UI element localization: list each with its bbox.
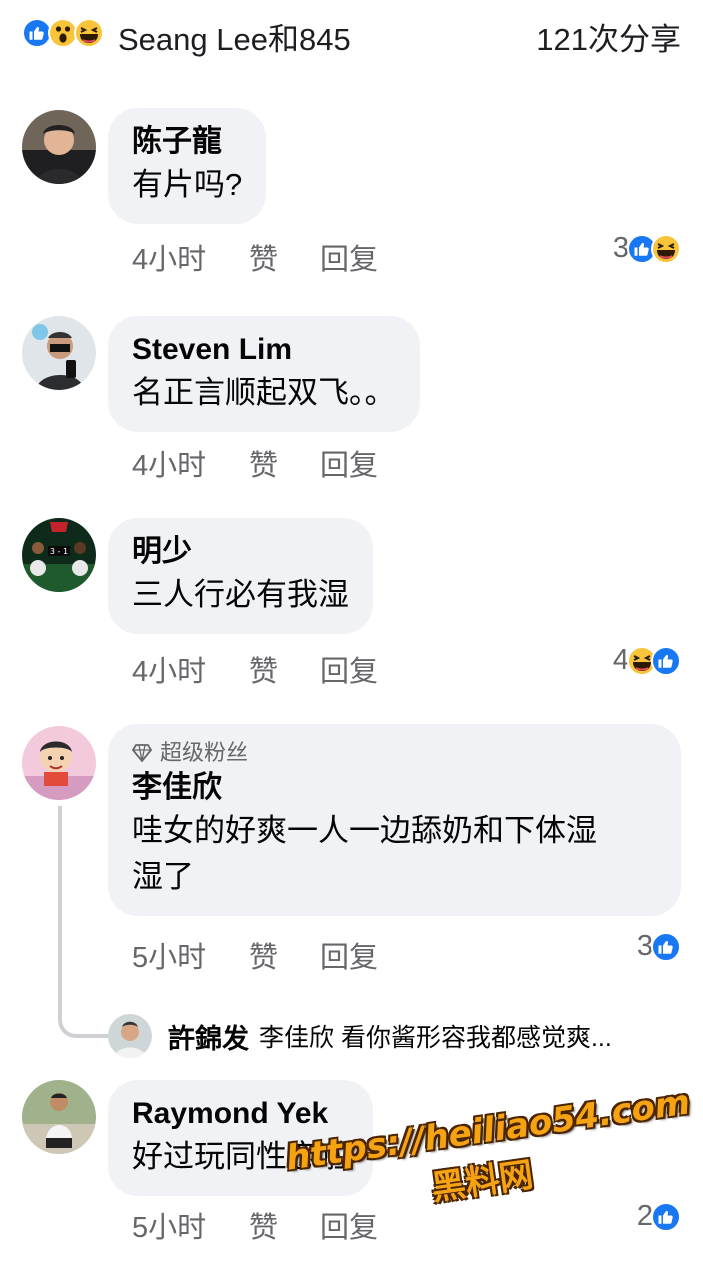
reaction-icons bbox=[22, 18, 104, 48]
comment-text-line: 哇女的好爽一人一边舔奶和下体湿 bbox=[132, 813, 597, 848]
avatar[interactable] bbox=[108, 1014, 152, 1058]
avatar[interactable] bbox=[22, 110, 96, 184]
comment-reactions[interactable]: 4 bbox=[613, 644, 681, 677]
reply-author[interactable]: 許錦发 bbox=[168, 1017, 249, 1056]
comment-actions: 4小时赞回复 bbox=[132, 648, 378, 690]
like-button[interactable]: 赞 bbox=[249, 236, 320, 278]
reply-button[interactable]: 回复 bbox=[320, 934, 378, 976]
avatar[interactable] bbox=[22, 726, 96, 800]
comment-actions: 5小时赞回复 bbox=[132, 1204, 378, 1246]
comment-time[interactable]: 4小时 bbox=[132, 648, 249, 690]
reactors-names[interactable]: Seang Lee和845 bbox=[118, 14, 351, 59]
commenter-name[interactable]: Steven Lim bbox=[132, 330, 396, 370]
comment-reactions[interactable]: 3 bbox=[637, 930, 681, 963]
avatar[interactable] bbox=[22, 1080, 96, 1154]
like-button[interactable]: 赞 bbox=[249, 648, 320, 690]
comment-text: 名正言顺起双飞。。 bbox=[132, 375, 396, 410]
like-button[interactable]: 赞 bbox=[249, 934, 320, 976]
comment-bubble[interactable]: 超级粉丝 李佳欣 哇女的好爽一人一边舔奶和下体湿 湿了 bbox=[108, 724, 681, 916]
diamond-icon bbox=[132, 744, 152, 762]
comment-text: 三人行必有我湿 bbox=[132, 577, 349, 612]
comment-time[interactable]: 5小时 bbox=[132, 934, 249, 976]
comment-bubble[interactable]: 明少 三人行必有我湿 bbox=[108, 518, 373, 634]
comment-reactions[interactable]: 3 bbox=[613, 232, 681, 265]
reply-button[interactable]: 回复 bbox=[320, 442, 378, 484]
like-button[interactable]: 赞 bbox=[249, 442, 320, 484]
commenter-name[interactable]: 陈子龍 bbox=[132, 122, 242, 162]
reply-button[interactable]: 回复 bbox=[320, 236, 378, 278]
reply-preview[interactable]: 許錦发 李佳欣 看你酱形容我都感觉爽... bbox=[108, 1012, 612, 1060]
commenter-name[interactable]: 明少 bbox=[132, 532, 349, 572]
comment-bubble[interactable]: Raymond Yek 好过玩同性恋啦 bbox=[108, 1080, 373, 1196]
comment-actions: 4小时赞回复 bbox=[132, 236, 378, 278]
comment-time[interactable]: 4小时 bbox=[132, 442, 249, 484]
comment-text: 好过玩同性恋啦 bbox=[132, 1139, 349, 1174]
comment-reactions[interactable]: 2 bbox=[637, 1200, 681, 1233]
comment-actions: 4小时赞回复 bbox=[132, 442, 378, 484]
like-icon bbox=[651, 1201, 681, 1232]
reply-button[interactable]: 回复 bbox=[320, 1204, 378, 1246]
comment-text-line: 湿了 bbox=[132, 859, 194, 894]
haha-icon bbox=[651, 233, 681, 264]
haha-icon bbox=[74, 18, 104, 48]
comment-bubble[interactable]: 陈子龍 有片吗? bbox=[108, 108, 267, 224]
reply-thread-line bbox=[58, 806, 110, 1038]
watermark-label: 黑料网 bbox=[429, 1154, 536, 1209]
commenter-name[interactable]: 李佳欣 bbox=[132, 768, 657, 808]
svg-text:3 - 1: 3 - 1 bbox=[50, 547, 68, 556]
avatar[interactable] bbox=[22, 316, 96, 390]
like-icon bbox=[651, 645, 681, 676]
reply-button[interactable]: 回复 bbox=[320, 648, 378, 690]
reactions-summary-bar[interactable]: Seang Lee和845 121次分享 bbox=[0, 0, 703, 70]
reply-text: 李佳欣 看你酱形容我都感觉爽... bbox=[259, 1024, 612, 1052]
comment-time[interactable]: 4小时 bbox=[132, 236, 249, 278]
avatar[interactable]: 3 - 1 bbox=[22, 518, 96, 592]
comment-text: 有片吗? bbox=[132, 167, 243, 202]
badge-label: 超级粉丝 bbox=[160, 740, 249, 765]
commenter-name[interactable]: Raymond Yek bbox=[132, 1094, 349, 1134]
comment-bubble[interactable]: Steven Lim 名正言顺起双飞。。 bbox=[108, 316, 420, 432]
like-button[interactable]: 赞 bbox=[249, 1204, 320, 1246]
top-fan-badge: 超级粉丝 bbox=[132, 740, 657, 766]
comment-time[interactable]: 5小时 bbox=[132, 1204, 249, 1246]
comment-actions: 5小时赞回复 bbox=[132, 934, 378, 976]
share-count[interactable]: 121次分享 bbox=[536, 14, 681, 59]
like-icon bbox=[651, 931, 681, 962]
